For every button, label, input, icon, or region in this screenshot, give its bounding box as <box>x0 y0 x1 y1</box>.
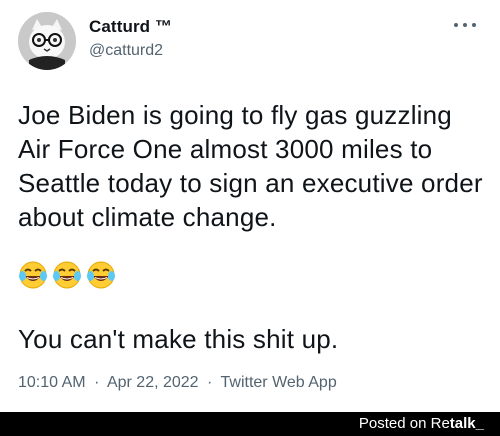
tweet-date[interactable]: Apr 22, 2022 <box>107 374 199 391</box>
retalk-footer: Posted on Retalk_ <box>0 412 500 436</box>
posted-on-label: Posted on Retalk_ <box>359 415 484 433</box>
meta-separator: · <box>94 374 100 391</box>
retalk-brand[interactable]: talk_ <box>450 415 484 432</box>
face-with-tears-of-joy-icon <box>87 261 115 289</box>
tweet-time[interactable]: 10:10 AM <box>18 374 86 391</box>
cat-avatar-icon[interactable] <box>18 12 76 70</box>
tweet-text-2: You can't make this shit up. <box>18 324 339 354</box>
tweet-header: Catturd ™ @catturd2 <box>18 12 484 72</box>
more-dot <box>463 23 467 27</box>
emoji-row <box>18 260 116 290</box>
display-name[interactable]: Catturd ™ <box>89 16 172 38</box>
more-horizontal-icon[interactable] <box>454 18 476 32</box>
meta-separator: · <box>207 374 213 391</box>
author-block: Catturd ™ @catturd2 <box>89 16 172 61</box>
posted-on-prefix: Posted on Re <box>358 415 450 432</box>
tweet-source[interactable]: Twitter Web App <box>221 374 337 391</box>
tweet-card: Catturd ™ @catturd2 Joe Biden is going t… <box>0 0 500 412</box>
tweet-text: Joe Biden is going to fly gas guzzling A… <box>18 100 483 232</box>
user-handle[interactable]: @catturd2 <box>89 41 172 61</box>
more-dot <box>454 23 458 27</box>
face-with-tears-of-joy-icon <box>53 261 81 289</box>
more-dot <box>472 23 476 27</box>
tweet-meta: 10:10 AM · Apr 22, 2022 · Twitter Web Ap… <box>18 372 337 394</box>
face-with-tears-of-joy-icon <box>19 261 47 289</box>
